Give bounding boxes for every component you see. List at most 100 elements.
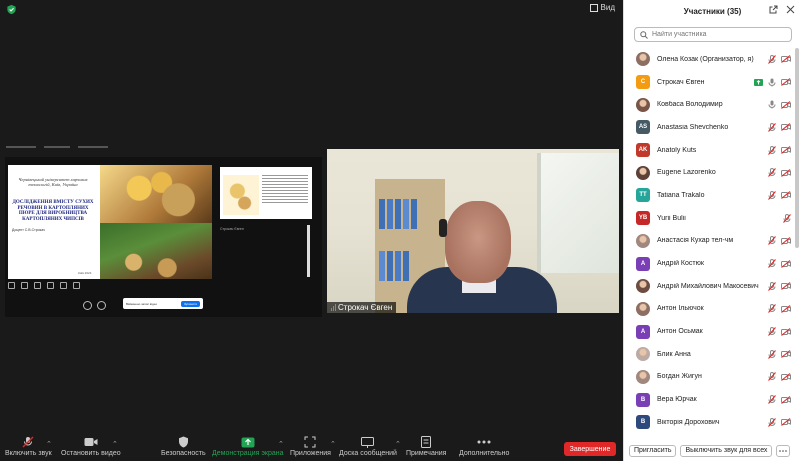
security-shield-icon[interactable]	[6, 4, 17, 15]
participant-row[interactable]: B Вера Юрчак	[624, 388, 800, 411]
participant-name: Anastasia Shevchenko	[657, 123, 729, 131]
mic-muted-icon	[768, 54, 776, 64]
notification-text: Ввімкнено запис відео	[126, 301, 158, 306]
avatar-photo	[636, 347, 650, 362]
mic-icon	[768, 100, 776, 109]
search-input[interactable]	[652, 31, 782, 38]
participants-list: Олена Козак (Организатор, я) С Строкач Євг…	[624, 48, 800, 436]
participant-status	[768, 281, 791, 291]
video-name-tag: Строкач Євген	[327, 302, 397, 313]
pen-icon[interactable]	[8, 282, 15, 289]
slide-tools	[8, 282, 80, 289]
mic-muted-icon	[768, 259, 776, 268]
apps-button[interactable]: Приложения	[290, 436, 331, 457]
participant-status	[768, 236, 791, 246]
share-screen-button[interactable]: Демонстрация экрана	[212, 436, 284, 457]
participant-row[interactable]: AS Anastasia Shevchenko	[624, 116, 800, 139]
prev-slide-icon[interactable]	[83, 301, 92, 310]
notes-label: Примечания	[406, 450, 447, 457]
video-off-icon	[781, 78, 791, 86]
participant-row[interactable]: Андрій Михайлович Макосевич	[624, 275, 800, 298]
apps-label: Приложения	[290, 450, 331, 457]
mic-muted-icon	[783, 213, 791, 223]
mute-all-button[interactable]: Выключить звук для всех	[680, 444, 773, 457]
recording-notification: Ввімкнено запис відео Зупинити	[123, 298, 203, 309]
whiteboard-button[interactable]: Доска сообщений	[339, 436, 397, 457]
avatar: A	[636, 256, 650, 271]
more-icon[interactable]	[73, 282, 80, 289]
end-meeting-button[interactable]: Завершение	[564, 442, 616, 456]
mic-muted-icon	[768, 395, 776, 405]
audio-options-icon[interactable]: ⌃	[46, 440, 52, 448]
security-button[interactable]: Безопасность	[161, 436, 206, 457]
video-off-icon	[781, 304, 791, 313]
unmute-button[interactable]: Включить звук	[5, 436, 52, 457]
participant-row[interactable]: TT Tatiana Trakalo	[624, 184, 800, 207]
notes-button[interactable]: Примечания	[406, 436, 446, 457]
popout-icon[interactable]	[769, 5, 778, 14]
participant-status	[768, 304, 791, 314]
panel-more-button[interactable]	[776, 444, 791, 457]
slide-city: Київ 2024	[78, 271, 92, 275]
video-options-icon[interactable]: ⌃	[112, 440, 118, 448]
participant-row[interactable]: Олена Козак (Организатор, я)	[624, 48, 800, 71]
camera-icon	[84, 436, 98, 448]
more-button[interactable]: Дополнительно	[459, 436, 509, 457]
shared-screen[interactable]: Чернівецький університет харчових технол…	[5, 157, 322, 317]
grid-icon[interactable]	[47, 282, 54, 289]
view-menu[interactable]: Вид	[589, 3, 615, 12]
participant-row[interactable]: Блик Анна	[624, 343, 800, 366]
highlighter-icon[interactable]	[21, 282, 28, 289]
participants-scrollbar[interactable]	[795, 48, 799, 248]
video-off-icon	[781, 55, 791, 64]
mic-muted-icon	[768, 168, 776, 178]
participant-row[interactable]: С Строкач Євген	[624, 71, 800, 94]
slide-thumbnail[interactable]: Строкач Євген	[220, 167, 312, 231]
apps-options-icon[interactable]: ⌃	[330, 440, 336, 448]
participant-name: Олена Козак (Организатор, я)	[657, 55, 754, 63]
participant-row[interactable]: Eugene Lazorenko	[624, 161, 800, 184]
participant-search[interactable]	[634, 27, 792, 42]
zoom-icon[interactable]	[34, 282, 41, 289]
share-options-icon[interactable]: ⌃	[278, 440, 284, 448]
participant-row[interactable]: A Андрій Костюк	[624, 252, 800, 275]
subtitles-icon[interactable]	[60, 282, 67, 289]
participant-row[interactable]: A Антон Осьмак	[624, 320, 800, 343]
participant-row[interactable]: Анастасія Кухар тел-чм	[624, 230, 800, 253]
participant-name: Вера Юрчак	[657, 396, 697, 404]
mic-muted-icon	[21, 436, 35, 448]
participant-row[interactable]: AK Anatoly Kuts	[624, 139, 800, 162]
slide-university: Чернівецький університет харчових технол…	[18, 177, 88, 188]
close-icon[interactable]	[786, 5, 795, 14]
participant-row[interactable]: B Вікторія Дорохович	[624, 411, 800, 434]
participant-name: Блик Анна	[657, 350, 691, 358]
video-off-icon	[781, 282, 791, 291]
stop-video-label: Остановить видео	[61, 450, 121, 457]
participant-status	[768, 122, 791, 132]
whiteboard-options-icon[interactable]: ⌃	[395, 440, 401, 448]
notes-icon	[419, 436, 433, 448]
participant-row[interactable]: YB Yurii Bulii	[624, 207, 800, 230]
participant-name: Богдан Жигун	[657, 373, 702, 381]
avatar: С	[636, 75, 650, 90]
participant-status	[768, 259, 791, 268]
mic-muted-icon	[768, 327, 776, 336]
next-slide-icon[interactable]	[97, 301, 106, 310]
slide-author: Доцент С.В.Строкач	[12, 227, 45, 232]
invite-button[interactable]: Пригласить	[629, 444, 677, 457]
mic-muted-icon	[768, 122, 776, 132]
avatar-photo	[636, 301, 650, 316]
avatar-photo	[636, 369, 650, 384]
video-window-bg	[537, 153, 619, 273]
participant-status	[783, 213, 791, 223]
presentation-slide: Чернівецький університет харчових технол…	[8, 165, 212, 279]
unmute-label: Включить звук	[5, 450, 52, 457]
participant-row[interactable]: Богдан Жигун	[624, 366, 800, 389]
notification-button[interactable]: Зупинити	[181, 300, 200, 307]
share-scrollbar[interactable]	[307, 225, 310, 277]
participant-video[interactable]: Строкач Євген	[327, 149, 619, 313]
mic-muted-icon	[768, 417, 776, 427]
participant-row[interactable]: Антон Ільючок	[624, 298, 800, 321]
participant-row[interactable]: Ковбаса Володимир	[624, 93, 800, 116]
participant-status	[768, 54, 791, 64]
